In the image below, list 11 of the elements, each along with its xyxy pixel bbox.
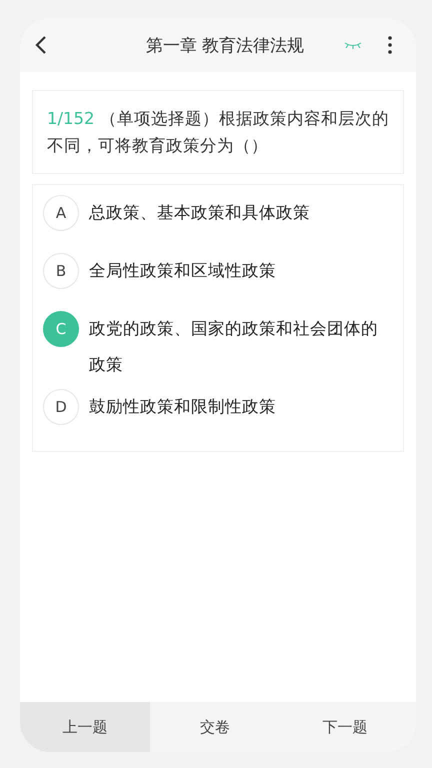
more-icon[interactable] [388, 36, 392, 54]
option-letter[interactable]: B [43, 253, 79, 289]
bottom-tab[interactable]: 上一题 [20, 702, 150, 752]
option-text[interactable]: 鼓励性政策和限制性政策 [89, 389, 276, 425]
option-letter[interactable]: A [43, 195, 79, 231]
chapter-title: 第一章 教育法律法规 [144, 34, 306, 56]
question-text: 1/152 （单项选择题）根据政策内容和层次的不同，可将教育政策分为（） [47, 108, 389, 157]
option-text[interactable]: 总政策、基本政策和具体政策 [89, 195, 310, 231]
option-letter[interactable]: D [43, 389, 79, 425]
option-text[interactable]: 政党的政策、国家的政策和社会团体的政策 [89, 311, 393, 383]
option-text[interactable]: 全局性政策和区域性政策 [89, 253, 276, 289]
